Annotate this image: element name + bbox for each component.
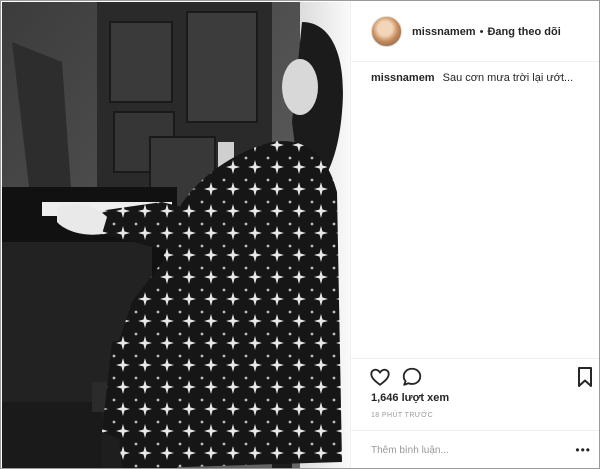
- author-username[interactable]: missnamem: [412, 26, 476, 38]
- view-count[interactable]: 1,646 lượt xem: [371, 392, 449, 404]
- caption-text: Sau cơn mưa trời lại ướt...: [442, 72, 574, 84]
- actions-divider: [351, 358, 599, 359]
- more-options-icon[interactable]: •••: [575, 443, 591, 457]
- post-header: missnamem • Đang theo dõi: [351, 2, 599, 62]
- post-photo[interactable]: [2, 2, 350, 468]
- post-window: missnamem • Đang theo dõi missnamem Sau …: [0, 0, 600, 469]
- follow-status-button[interactable]: Đang theo dõi: [487, 26, 560, 38]
- post-side-panel: missnamem • Đang theo dõi missnamem Sau …: [350, 2, 599, 468]
- photo-scene: [2, 2, 350, 468]
- header-separator: •: [479, 25, 484, 38]
- comment-icon[interactable]: [401, 366, 423, 388]
- post-timestamp[interactable]: 18 PHÚT TRƯỚC: [371, 412, 433, 419]
- comment-input[interactable]: [371, 444, 576, 456]
- caption-username[interactable]: missnamem: [371, 72, 435, 84]
- comment-bar: •••: [351, 430, 599, 468]
- heart-icon[interactable]: [369, 366, 391, 388]
- bookmark-icon[interactable]: [575, 366, 595, 388]
- avatar[interactable]: [371, 16, 402, 47]
- post-caption: missnamem Sau cơn mưa trời lại ướt...: [371, 70, 596, 86]
